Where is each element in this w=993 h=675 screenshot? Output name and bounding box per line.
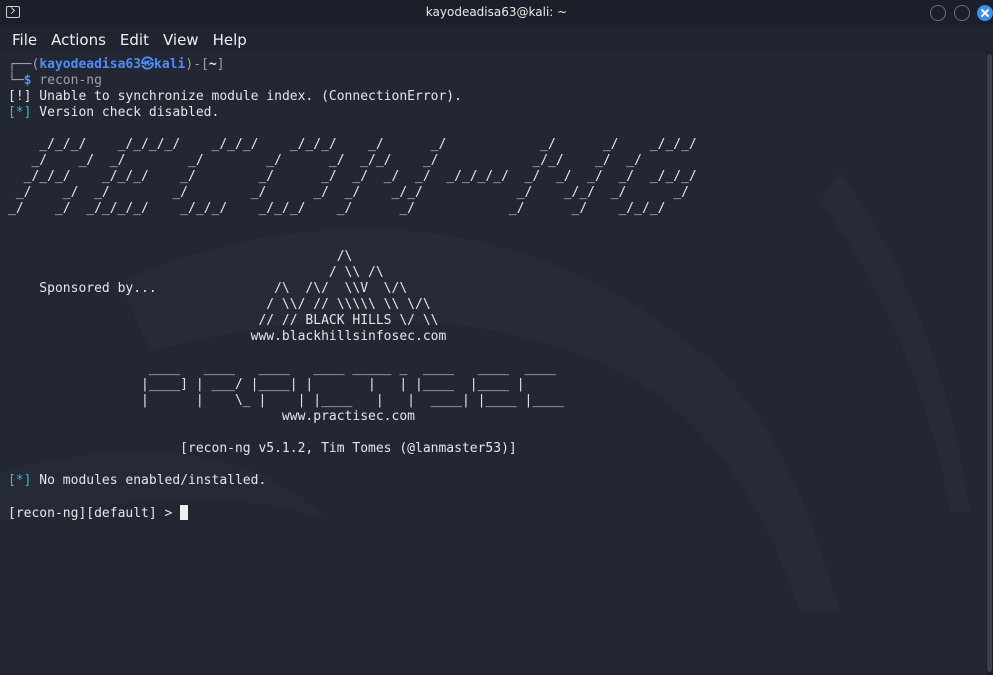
prompt-line-1: ┌──(kayodeadisa63㉿kali)-[~] xyxy=(8,57,225,72)
modules-line: [*] No modules enabled/installed. xyxy=(8,473,267,488)
menu-view[interactable]: View xyxy=(157,27,205,51)
banner-line-2: _/ _/ _/ _/ _/ _/ _/_/ _/ _/_/ _/ _/ xyxy=(8,153,642,168)
terminal-output[interactable]: ┌──(kayodeadisa63㉿kali)-[~] └─$ recon-ng… xyxy=(0,52,986,675)
window-title: kayodeadisa63@kali: ~ xyxy=(425,5,568,19)
bhis-art-line-4: / \\/ // \\\\\ \\ \/\ xyxy=(8,297,431,312)
practisec-art-line-2: |____] | ___/ |____| | | | |____ |____ | xyxy=(8,377,525,392)
banner-line-4: _/ _/ _/ _/ _/ _/ _/ _/_/ _/ _/_/ _/ _/ xyxy=(8,185,689,200)
info-line: [*] Version check disabled. xyxy=(8,105,220,120)
banner-line-1: _/_/_/ _/_/_/_/ _/_/_/ _/_/_/ _/ _/ _/ _… xyxy=(8,137,697,152)
bhis-art-line-3: Sponsored by... /\ /\/ \\V \/\ xyxy=(8,281,408,296)
bhis-art-line-1: /\ xyxy=(8,249,353,264)
menu-file[interactable]: File xyxy=(0,27,43,51)
shell-prompt-line[interactable]: [recon-ng][default] > xyxy=(8,505,189,522)
practisec-url: www.practisec.com xyxy=(8,409,415,424)
prompt-line-2: └─$ recon-ng xyxy=(8,73,102,88)
text-cursor xyxy=(180,505,189,520)
bhis-art-line-2: / \\ /\ xyxy=(8,265,384,280)
bhis-url: www.blackhillsinfosec.com xyxy=(8,329,447,344)
practisec-art-line-3: | | \_ | | |____ | | ____| |____ |____ xyxy=(8,393,564,408)
menu-edit[interactable]: Edit xyxy=(114,27,155,51)
minimize-button[interactable] xyxy=(930,5,946,21)
menu-actions[interactable]: Actions xyxy=(45,27,112,51)
error-line: [!] Unable to synchronize module index. … xyxy=(8,89,462,104)
vertical-scrollbar[interactable] xyxy=(986,52,993,675)
banner-line-5: _/ _/ _/_/_/_/ _/_/_/ _/_/_/ _/ _/ _/ _/… xyxy=(8,201,666,216)
close-button[interactable] xyxy=(977,5,993,21)
menu-help[interactable]: Help xyxy=(207,27,253,51)
menu-bar: File Actions Edit View Help xyxy=(0,27,993,51)
maximize-button[interactable] xyxy=(954,5,970,21)
banner-line-3: _/_/_/ _/_/_/ _/ _/ _/ _/ _/ _/ _/_/_/_/… xyxy=(8,169,697,184)
bhis-art-line-5: // // BLACK HILLS \/ \\ xyxy=(8,313,439,328)
version-line: [recon-ng v5.1.2, Tim Tomes (@lanmaster5… xyxy=(8,441,517,456)
scrollbar-thumb[interactable] xyxy=(987,54,992,672)
window-titlebar[interactable]: kayodeadisa63@kali: ~ xyxy=(0,0,993,26)
practisec-art-line-1: ____ ____ ____ ____ _____ _ ____ ____ __… xyxy=(8,361,556,376)
